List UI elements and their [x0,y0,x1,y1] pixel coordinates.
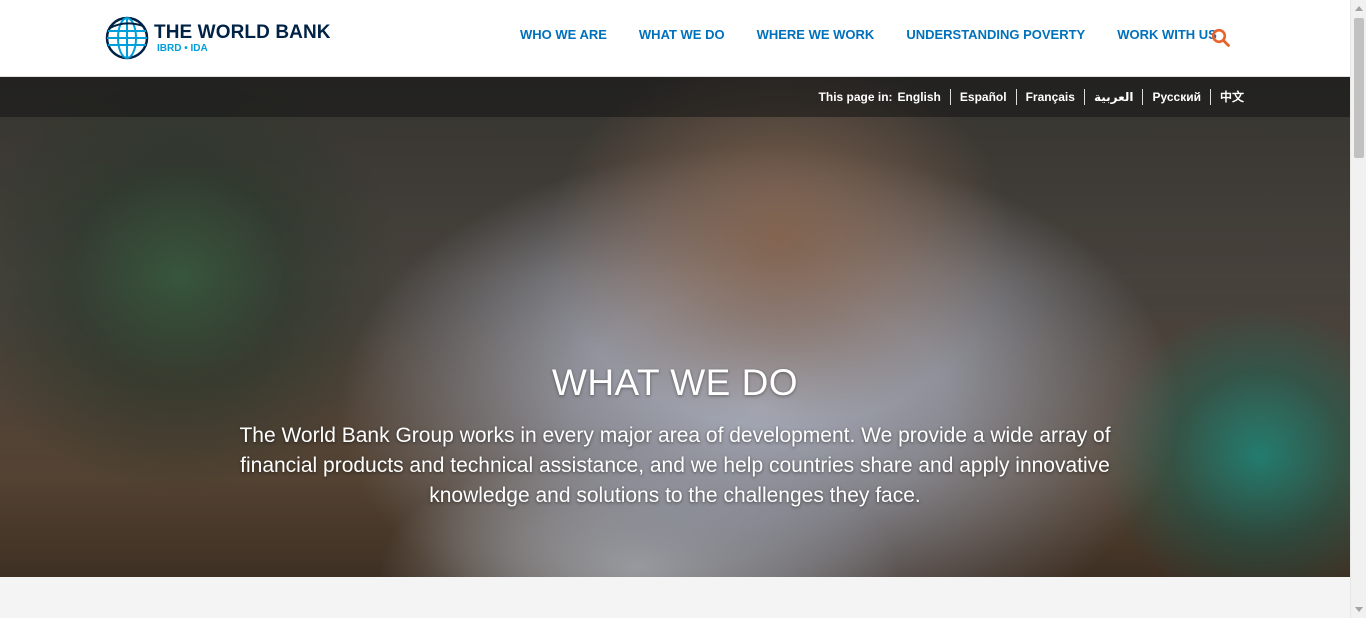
page: THE WORLD BANK IBRD • IDA WHO WE ARE WHA… [0,0,1366,618]
nav-what-we-do[interactable]: WHAT WE DO [639,26,725,44]
logo-title: THE WORLD BANK [154,21,331,43]
language-chinese[interactable]: 中文 [1209,89,1244,105]
content-area [0,577,1350,618]
scroll-up-arrow-icon[interactable] [1355,6,1363,11]
language-list: This page in: English Español Français ا… [819,89,1244,105]
scroll-down-arrow-icon[interactable] [1355,607,1363,612]
language-espanol[interactable]: Español [949,89,1016,105]
nav-work-with-us[interactable]: WORK WITH US [1117,26,1217,44]
world-bank-logo[interactable]: THE WORLD BANK IBRD • IDA [105,15,345,61]
language-russian[interactable]: Русский [1142,89,1210,105]
logo-subtitle: IBRD • IDA [157,42,208,54]
scrollbar-thumb[interactable] [1354,18,1364,158]
language-francais[interactable]: Français [1015,89,1084,105]
search-button[interactable] [1211,28,1231,48]
hero-description: The World Bank Group works in every majo… [239,424,1111,507]
language-label: This page in: [818,90,893,104]
globe-logo-icon [105,16,149,60]
language-english[interactable]: English [898,89,950,105]
language-bar: This page in: English Español Français ا… [0,77,1350,117]
hero-banner: This page in: English Español Français ا… [0,77,1350,577]
search-icon [1211,28,1230,47]
main-nav: WHO WE ARE WHAT WE DO WHERE WE WORK UNDE… [520,26,1249,44]
nav-who-we-are[interactable]: WHO WE ARE [520,26,607,44]
nav-where-we-work[interactable]: WHERE WE WORK [757,26,875,44]
hero-title: WHAT WE DO [551,362,799,403]
site-header: THE WORLD BANK IBRD • IDA WHO WE ARE WHA… [0,0,1350,77]
language-arabic[interactable]: العربية [1083,89,1143,105]
logo-wordmark: THE WORLD BANK IBRD • IDA [154,23,331,54]
nav-understanding-poverty[interactable]: UNDERSTANDING POVERTY [906,26,1085,44]
page-scrollbar[interactable] [1350,0,1366,618]
